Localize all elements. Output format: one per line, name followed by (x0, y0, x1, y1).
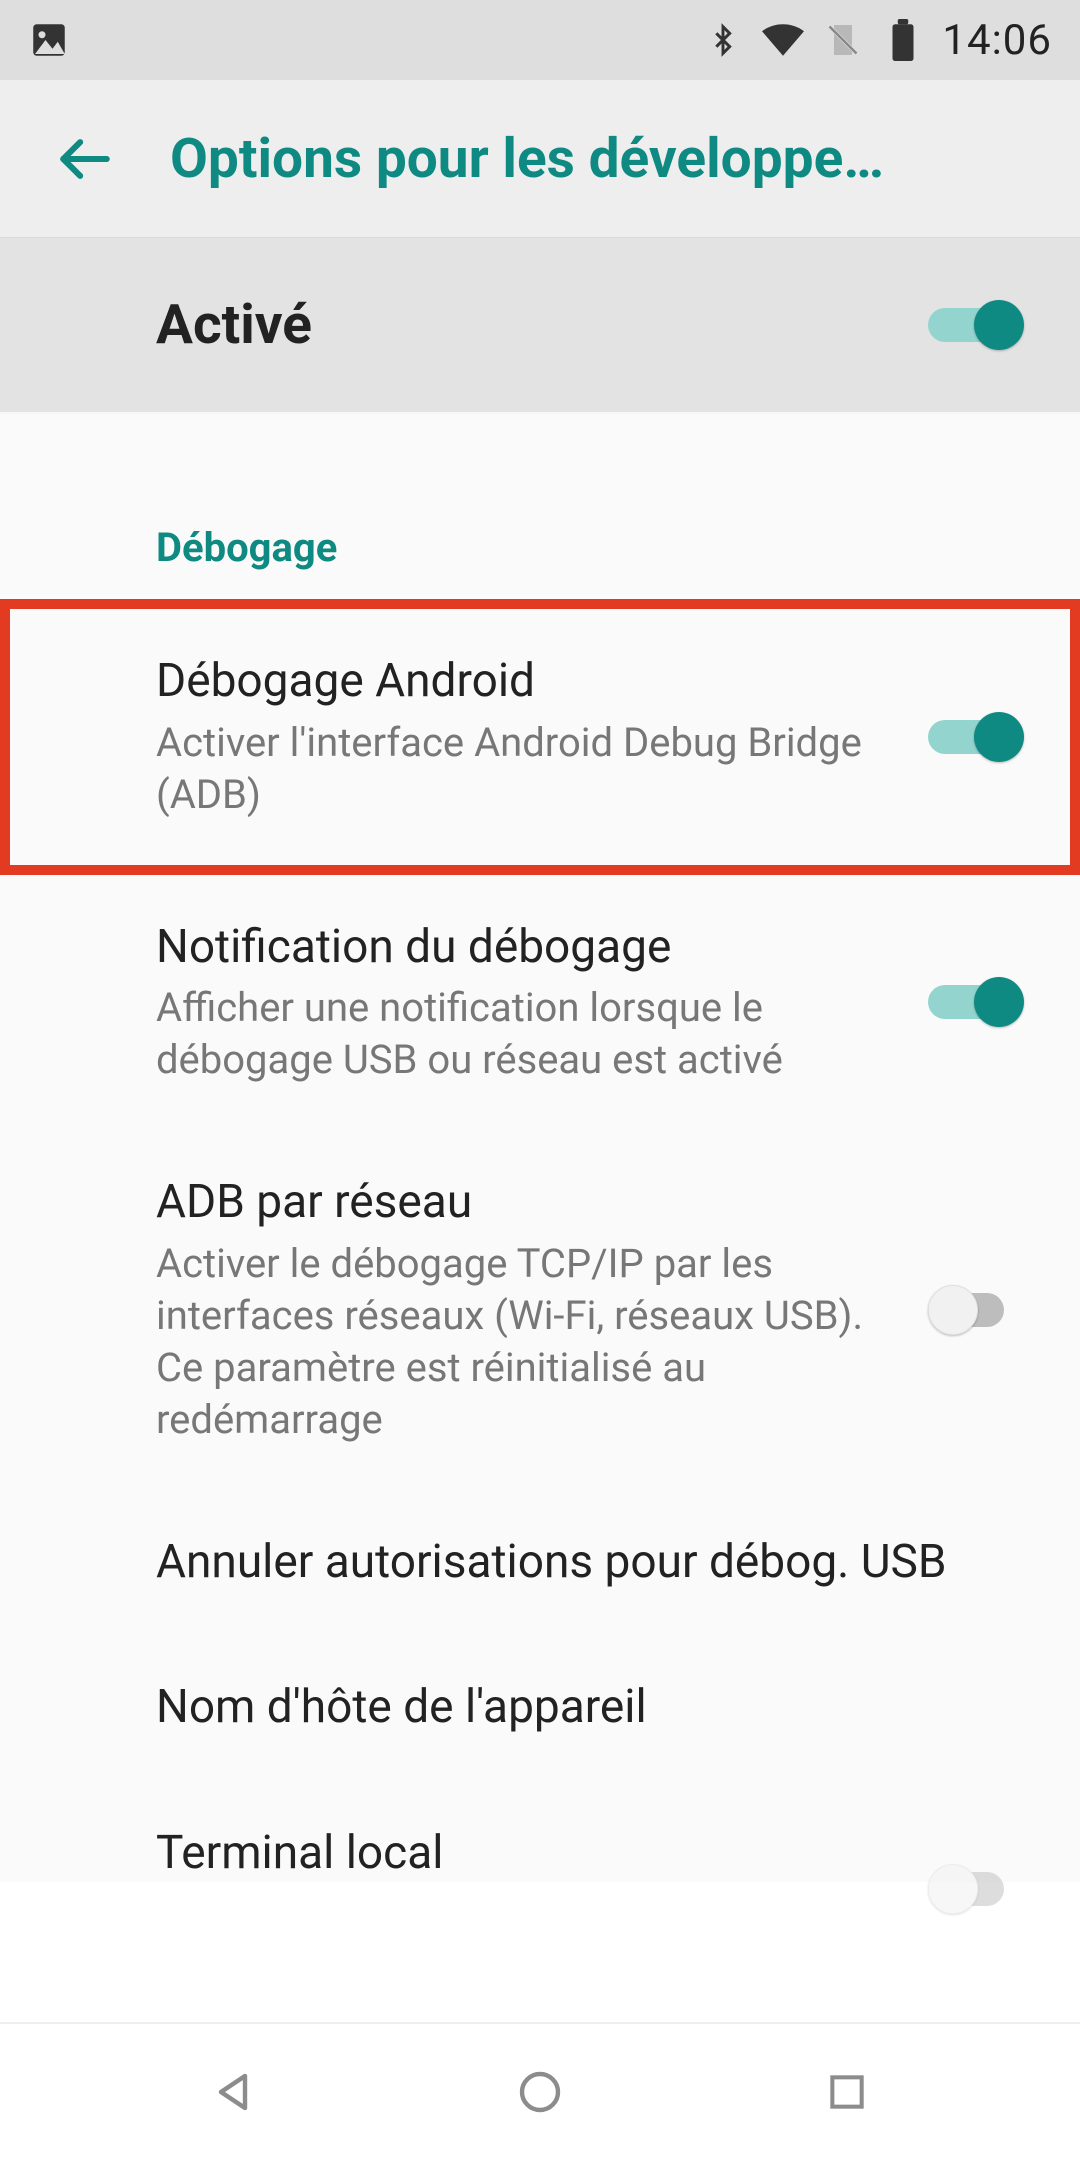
master-toggle-row[interactable]: Activé (0, 238, 1080, 414)
setting-desc: Afficher une notification lorsque le déb… (156, 982, 888, 1086)
setting-title: Nom d'hôte de l'appareil (156, 1679, 984, 1737)
section-header-debugging: Débogage (0, 524, 1080, 599)
no-sim-icon (822, 19, 864, 61)
navigation-bar (0, 2022, 1080, 2160)
setting-desc: Activer l'interface Android Debug Bridge… (156, 717, 888, 821)
picture-icon (28, 19, 70, 61)
setting-title: Annuler autorisations pour débog. USB (156, 1534, 984, 1592)
status-left (28, 19, 70, 61)
switch-local-terminal[interactable] (928, 1862, 1024, 1916)
bluetooth-icon (702, 19, 744, 61)
wifi-icon (762, 19, 804, 61)
setting-local-terminal[interactable]: Terminal local (0, 1781, 1080, 1883)
setting-title: Terminal local (156, 1825, 888, 1883)
status-time: 14:06 (942, 16, 1052, 65)
nav-recents-button[interactable] (787, 2057, 907, 2127)
back-button[interactable] (40, 114, 130, 204)
master-toggle-label: Activé (156, 293, 312, 357)
status-right: 14:06 (702, 16, 1052, 65)
setting-adb-network[interactable]: ADB par réseau Activer le débogage TCP/I… (0, 1130, 1080, 1490)
nav-back-button[interactable] (173, 2057, 293, 2127)
switch-android-debugging[interactable] (928, 710, 1024, 764)
setting-title: Débogage Android (156, 653, 888, 711)
battery-icon (882, 19, 924, 61)
master-toggle-switch[interactable] (928, 298, 1024, 352)
nav-home-button[interactable] (480, 2057, 600, 2127)
setting-desc: Activer le débogage TCP/IP par les inter… (156, 1238, 888, 1446)
highlight-android-debugging: Débogage Android Activer l'interface And… (0, 599, 1080, 875)
setting-title: Notification du débogage (156, 919, 888, 977)
status-bar: 14:06 (0, 0, 1080, 80)
setting-device-hostname[interactable]: Nom d'hôte de l'appareil (0, 1635, 1080, 1781)
switch-adb-network[interactable] (928, 1283, 1024, 1337)
app-bar: Options pour les développe… (0, 80, 1080, 238)
setting-title: ADB par réseau (156, 1174, 888, 1232)
settings-scroll[interactable]: Débogage Débogage Android Activer l'inte… (0, 414, 1080, 2022)
page-title: Options pour les développe… (170, 127, 884, 191)
setting-android-debugging[interactable]: Débogage Android Activer l'interface And… (10, 609, 1070, 865)
switch-debug-notification[interactable] (928, 975, 1024, 1029)
setting-debug-notification[interactable]: Notification du débogage Afficher une no… (0, 875, 1080, 1131)
setting-revoke-usb[interactable]: Annuler autorisations pour débog. USB (0, 1490, 1080, 1636)
